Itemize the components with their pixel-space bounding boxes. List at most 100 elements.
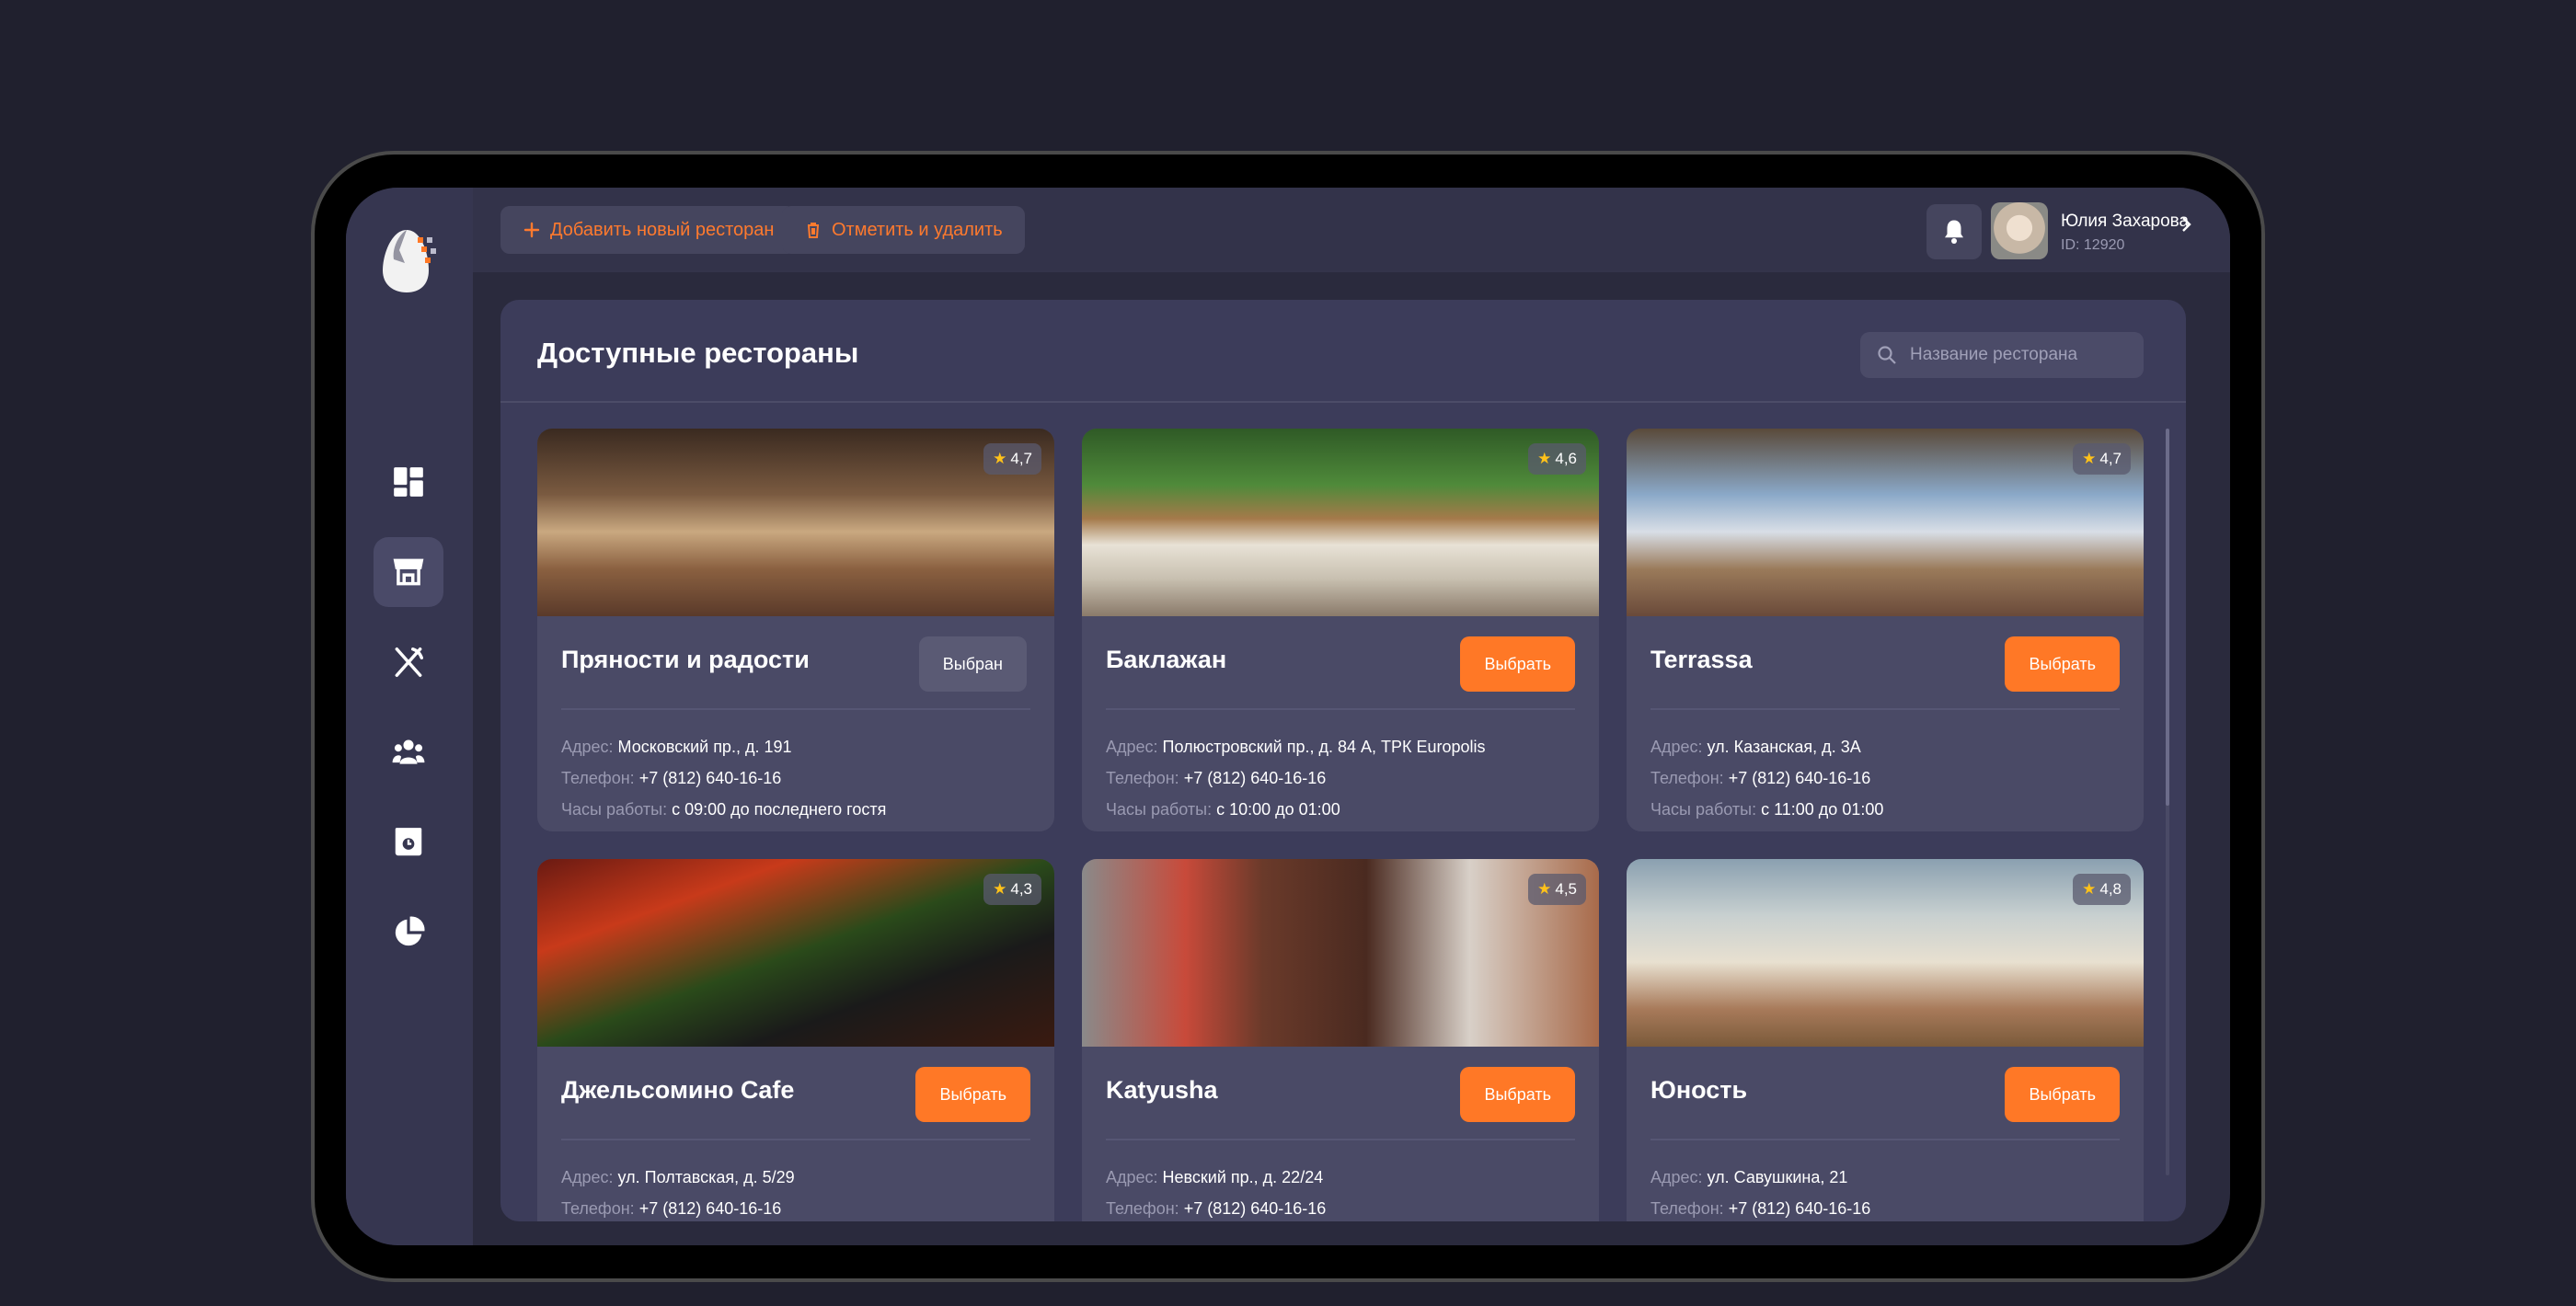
phone-label: Телефон: bbox=[1106, 1199, 1179, 1218]
address-value: ул. Полтавская, д. 5/29 bbox=[617, 1168, 795, 1186]
star-icon: ★ bbox=[2082, 880, 2097, 898]
logo-egg-icon bbox=[383, 230, 436, 292]
box-icon bbox=[395, 828, 422, 856]
rating-value: 4,5 bbox=[1555, 880, 1577, 898]
restaurant-hours: Часы работы: с 09:00 до последнего гостя bbox=[561, 800, 886, 819]
star-icon: ★ bbox=[1537, 450, 1552, 467]
sidebar-item-staff[interactable] bbox=[374, 717, 443, 787]
trash-icon bbox=[808, 223, 819, 238]
select-button[interactable]: Выбрать bbox=[915, 1067, 1030, 1122]
sidebar bbox=[346, 188, 473, 1245]
store-icon bbox=[393, 558, 424, 586]
phone-value: +7 (812) 640-16-16 bbox=[638, 1199, 782, 1218]
hours-value: с 11:00 до 01:00 bbox=[1761, 800, 1884, 819]
select-button[interactable]: Выбрать bbox=[2005, 1067, 2120, 1122]
address-value: Полюстровский пр., д. 84 А, ТРК Europoli… bbox=[1162, 738, 1486, 756]
address-label: Адрес: bbox=[1106, 1168, 1158, 1186]
card-divider bbox=[1650, 1139, 2120, 1140]
address-value: Московский пр., д. 191 bbox=[617, 738, 792, 756]
hours-label: Часы работы: bbox=[1106, 800, 1213, 819]
star-icon: ★ bbox=[2082, 450, 2097, 467]
card-divider bbox=[1106, 1139, 1575, 1140]
restaurant-phone: Телефон: +7 (812) 640-16-16 bbox=[1650, 1199, 1870, 1219]
sidebar-item-menu[interactable] bbox=[374, 627, 443, 697]
user-id: ID: 12920 bbox=[2061, 237, 2125, 253]
avatar bbox=[1991, 202, 2048, 259]
sidebar-item-analytics[interactable] bbox=[374, 898, 443, 968]
sidebar-item-dashboard[interactable] bbox=[374, 447, 443, 517]
rating-badge: ★ 4,7 bbox=[983, 443, 1041, 475]
restaurant-name: Баклажан bbox=[1106, 646, 1227, 673]
dashboard-icon bbox=[394, 467, 423, 497]
phone-value: +7 (812) 640-16-16 bbox=[1183, 769, 1327, 787]
search-box[interactable] bbox=[1860, 332, 2144, 378]
phone-label: Телефон: bbox=[561, 1199, 635, 1218]
plus-icon bbox=[523, 222, 540, 238]
page-title: Доступные рестораны bbox=[537, 337, 859, 369]
rating-value: 4,8 bbox=[2099, 880, 2122, 898]
user-profile[interactable]: Юлия Захарова ID: 12920 bbox=[1991, 202, 2193, 261]
restaurant-address: Адрес: Невский пр., д. 22/24 bbox=[1106, 1168, 1323, 1187]
cutlery-icon bbox=[395, 647, 423, 677]
rating-badge: ★ 4,8 bbox=[2073, 874, 2131, 905]
chevron-right-icon bbox=[2182, 217, 2191, 232]
restaurant-name: Юность bbox=[1650, 1076, 1748, 1104]
add-restaurant-label: Добавить новый ресторан bbox=[550, 219, 775, 240]
restaurant-address: Адрес: ул. Полтавская, д. 5/29 bbox=[561, 1168, 795, 1187]
bell-icon bbox=[1945, 220, 1963, 244]
restaurants-panel: Доступные рестораны ★4,7Пряности и радос… bbox=[500, 300, 2186, 1221]
restaurant-card[interactable]: ★ 4,7 Пряности и радости Выбран Адрес: Моско… bbox=[537, 429, 1054, 831]
phone-label: Телефон: bbox=[1650, 1199, 1724, 1218]
hours-value: с 10:00 до 01:00 bbox=[1216, 800, 1340, 819]
rating-value: 4,7 bbox=[2099, 450, 2122, 467]
restaurant-card[interactable]: ★ 4,7 Terrassa Выбрать Адрес: ул. Казанская,… bbox=[1627, 429, 2144, 831]
restaurant-card[interactable]: ★ 4,3 Джельсомино Cafe Выбрать Адрес: ул. По… bbox=[537, 859, 1054, 1221]
restaurant-address: Адрес: Полюстровский пр., д. 84 А, ТРК E… bbox=[1106, 738, 1486, 757]
address-label: Адрес: bbox=[1650, 1168, 1703, 1186]
restaurant-phone: Телефон: +7 (812) 640-16-16 bbox=[561, 769, 781, 788]
restaurant-photo bbox=[537, 429, 1054, 616]
scrollbar-thumb[interactable] bbox=[2166, 429, 2169, 806]
rating-value: 4,7 bbox=[1010, 450, 1032, 467]
restaurant-address: Адрес: ул. Савушкина, 21 bbox=[1650, 1168, 1847, 1187]
restaurant-photo bbox=[1627, 429, 2144, 616]
restaurant-card[interactable]: ★ 4,6 Баклажан Выбрать Адрес: Полюстровский … bbox=[1082, 429, 1599, 831]
user-name: Юлия Захарова bbox=[2061, 212, 2190, 231]
restaurant-photo bbox=[1627, 859, 2144, 1047]
select-button[interactable]: Выбрать bbox=[1460, 636, 1575, 692]
address-value: Невский пр., д. 22/24 bbox=[1162, 1168, 1324, 1186]
address-value: ул. Казанская, д. 3А bbox=[1707, 738, 1861, 756]
rating-badge: ★ 4,6 bbox=[1528, 443, 1586, 475]
phone-value: +7 (812) 640-16-16 bbox=[638, 769, 782, 787]
search-input[interactable] bbox=[1910, 345, 2140, 365]
phone-value: +7 (812) 640-16-16 bbox=[1183, 1199, 1327, 1218]
phone-label: Телефон: bbox=[1650, 769, 1724, 787]
address-value: ул. Савушкина, 21 bbox=[1707, 1168, 1848, 1186]
selected-button[interactable]: Выбран bbox=[918, 636, 1027, 692]
address-label: Адрес: bbox=[1106, 738, 1158, 756]
select-button[interactable]: Выбрать bbox=[2005, 636, 2120, 692]
mark-delete-label: Отметить и удалить bbox=[832, 219, 1003, 240]
mark-delete-button[interactable]: Отметить и удалить bbox=[782, 206, 1025, 254]
restaurant-card[interactable]: ★ 4,8 Юность Выбрать Адрес: ул. Савушкина, 2… bbox=[1627, 859, 2144, 1221]
restaurant-phone: Телефон: +7 (812) 640-16-16 bbox=[1650, 769, 1870, 788]
notifications-button[interactable] bbox=[1926, 204, 1982, 259]
restaurant-card[interactable]: ★ 4,5 Katyusha Выбрать Адрес: Невский пр., д… bbox=[1082, 859, 1599, 1221]
sidebar-item-storage[interactable] bbox=[374, 808, 443, 877]
search-icon bbox=[1878, 346, 1896, 364]
add-restaurant-button[interactable]: Добавить новый ресторан bbox=[500, 206, 797, 254]
restaurant-hours: Часы работы: с 11:00 до 01:00 bbox=[1650, 800, 1883, 819]
hours-label: Часы работы: bbox=[1650, 800, 1757, 819]
address-label: Адрес: bbox=[561, 1168, 614, 1186]
restaurant-photo bbox=[537, 859, 1054, 1047]
card-divider bbox=[561, 708, 1030, 710]
rating-value: 4,3 bbox=[1010, 880, 1032, 898]
select-button[interactable]: Выбрать bbox=[1460, 1067, 1575, 1122]
hours-label: Часы работы: bbox=[561, 800, 668, 819]
restaurant-phone: Телефон: +7 (812) 640-16-16 bbox=[1106, 769, 1326, 788]
restaurant-name: Пряности и радости bbox=[561, 646, 810, 673]
sidebar-item-restaurants[interactable] bbox=[374, 537, 443, 607]
restaurant-name: Terrassa bbox=[1650, 646, 1753, 673]
restaurant-phone: Телефон: +7 (812) 640-16-16 bbox=[561, 1199, 781, 1219]
address-label: Адрес: bbox=[1650, 738, 1703, 756]
